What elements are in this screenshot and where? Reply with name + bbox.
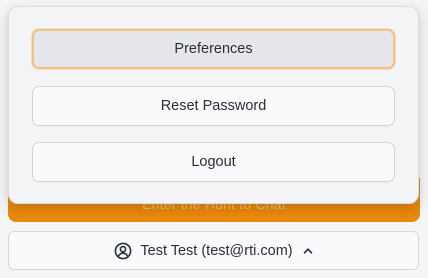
user-display-name: Test Test (test@rti.com) bbox=[140, 242, 293, 259]
preferences-label: Preferences bbox=[174, 41, 253, 57]
reset-password-button[interactable]: Reset Password bbox=[32, 86, 395, 126]
account-menu-popover: Preferences Reset Password Logout bbox=[8, 6, 419, 204]
user-circle-icon bbox=[114, 242, 132, 260]
user-menu-toggle[interactable]: Test Test (test@rti.com) bbox=[8, 231, 419, 270]
logout-button[interactable]: Logout bbox=[32, 142, 395, 182]
chevron-up-icon bbox=[303, 246, 313, 256]
reset-password-label: Reset Password bbox=[160, 98, 267, 114]
logout-label: Logout bbox=[191, 154, 236, 170]
account-menu-screen: Enter the Hunt to Chat Preferences Reset… bbox=[0, 0, 428, 278]
preferences-button[interactable]: Preferences bbox=[32, 29, 395, 69]
